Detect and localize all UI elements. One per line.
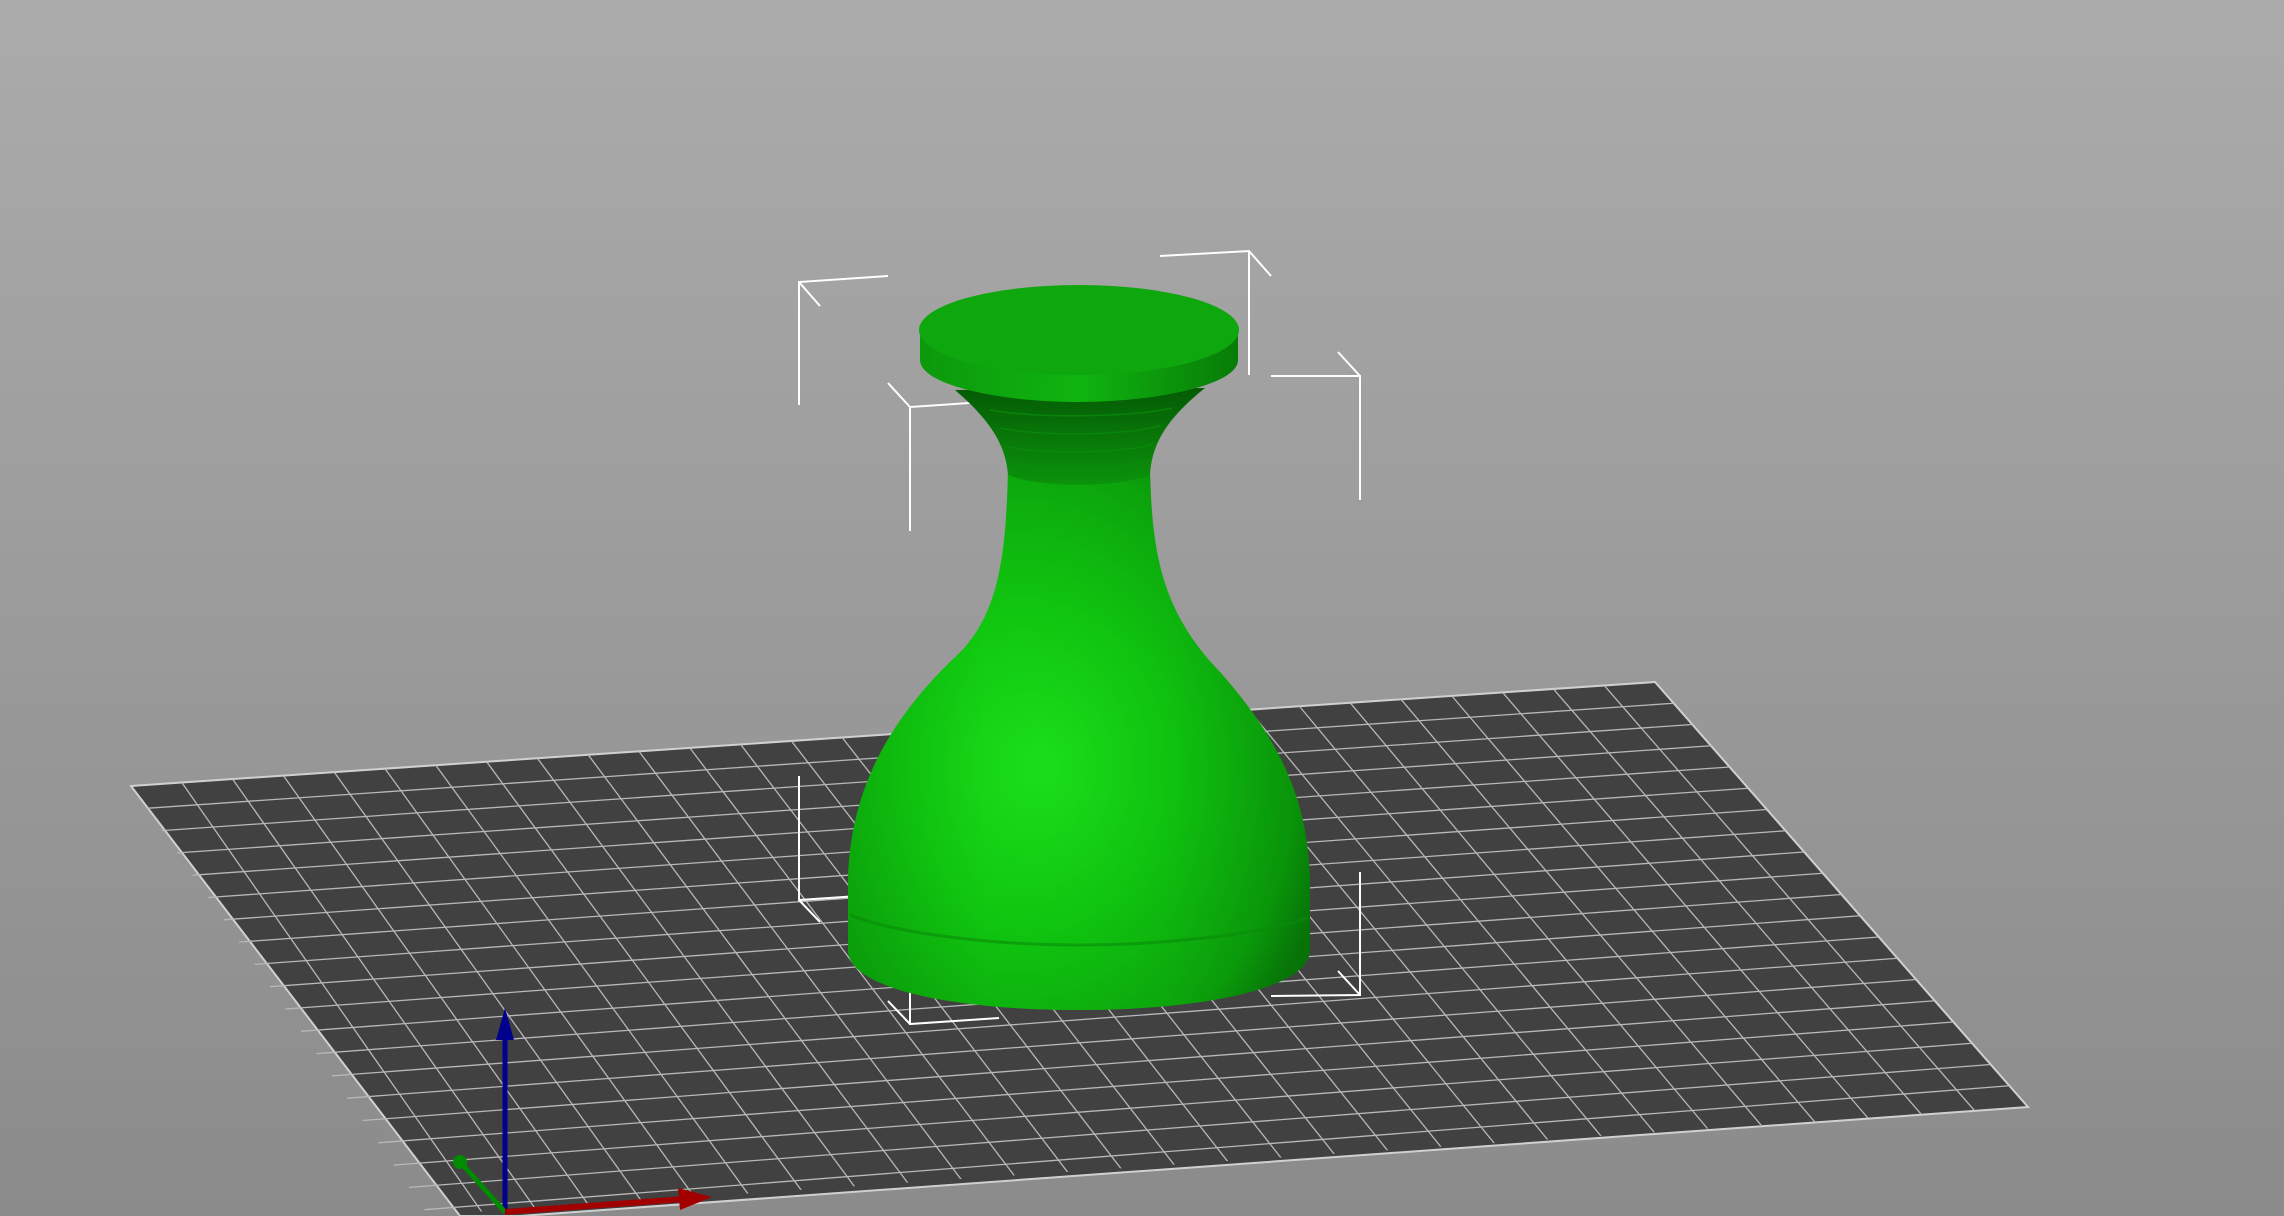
scene-canvas[interactable] [0, 0, 2284, 1216]
3d-viewport[interactable] [0, 0, 2284, 1216]
y-axis-arrow [453, 1155, 467, 1169]
vase-rim-top [919, 285, 1239, 375]
